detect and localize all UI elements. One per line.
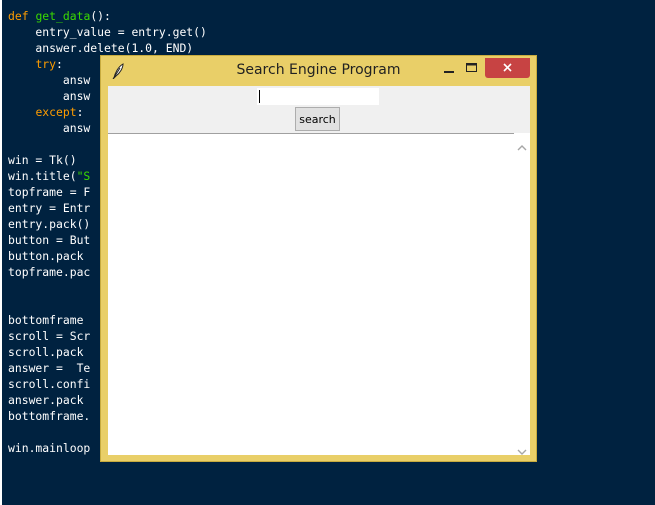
code-token: entry = Entr — [8, 201, 91, 215]
code-token: bottomframe. — [8, 409, 91, 423]
chevron-up-icon[interactable] — [517, 139, 527, 151]
code-token: button = But — [8, 233, 91, 247]
code-line: scroll = Scr — [8, 328, 90, 344]
search-input[interactable] — [257, 88, 379, 105]
code-line: win = Tk() — [8, 152, 77, 168]
code-token: bottomframe — [8, 313, 84, 327]
code-token: entry.pack() — [8, 217, 91, 231]
code-line: scroll.pack — [8, 344, 83, 360]
chevron-down-icon[interactable] — [517, 443, 527, 455]
code-token: answer = Te — [8, 361, 91, 375]
window-client-area: search — [108, 86, 530, 455]
code-line: answer.pack — [8, 392, 83, 408]
code-line: answ — [8, 72, 90, 88]
code-line: answer.delete(1.0, END) — [8, 40, 193, 56]
minimize-button[interactable] — [435, 58, 463, 78]
code-token: : — [76, 105, 84, 119]
close-button[interactable] — [485, 58, 530, 78]
text-cursor — [259, 90, 260, 103]
code-line: topframe.pac — [8, 264, 90, 280]
code-line: entry_value = entry.get() — [8, 24, 207, 40]
code-line: def get_data(): — [8, 8, 111, 24]
code-token: def — [8, 9, 29, 23]
code-line: try: — [8, 56, 63, 72]
code-line: entry = Entr — [8, 200, 90, 216]
code-line: button = But — [8, 232, 90, 248]
code-token: topframe.pac — [8, 265, 91, 279]
code-line: win.title("S — [8, 168, 90, 184]
code-token: scroll.confi — [8, 377, 91, 391]
minimize-icon — [435, 65, 463, 82]
code-token: answer.pack — [8, 393, 84, 407]
code-token: except — [35, 105, 77, 119]
search-engine-window: Search Engine Program search — [100, 55, 537, 462]
code-line: entry.pack() — [8, 216, 90, 232]
code-token: win = Tk() — [8, 153, 77, 167]
code-line: answ — [8, 88, 90, 104]
title-bar[interactable]: Search Engine Program — [101, 56, 536, 85]
code-token: entry_value = entry.get() — [8, 25, 207, 39]
code-line: button.pack — [8, 248, 83, 264]
code-token: scroll.pack — [8, 345, 84, 359]
code-token: button.pack — [8, 249, 84, 263]
code-token: topframe = F — [8, 185, 91, 199]
code-token: (): — [90, 9, 111, 23]
code-token: get_data — [35, 9, 91, 23]
code-line: except: — [8, 104, 83, 120]
code-token: try — [35, 57, 57, 71]
code-token: "S — [76, 169, 91, 183]
code-token: answ — [8, 121, 91, 135]
search-button[interactable]: search — [295, 107, 340, 131]
answer-text-area[interactable] — [108, 133, 514, 455]
code-token: win.mainloop — [8, 441, 91, 455]
code-line: topframe = F — [8, 184, 90, 200]
code-token: answ — [8, 89, 91, 103]
code-token: answer.delete(1.0, END) — [8, 41, 194, 55]
code-token: scroll = Scr — [8, 329, 91, 343]
code-line: win.mainloop — [8, 440, 90, 456]
close-icon — [485, 63, 530, 82]
code-token: win.title( — [8, 169, 77, 183]
code-line: bottomframe — [8, 312, 83, 328]
code-token: answ — [8, 73, 91, 87]
vertical-scrollbar[interactable] — [514, 133, 530, 455]
code-line: bottomframe. — [8, 408, 90, 424]
code-token: : — [56, 57, 63, 71]
code-line: scroll.confi — [8, 376, 90, 392]
